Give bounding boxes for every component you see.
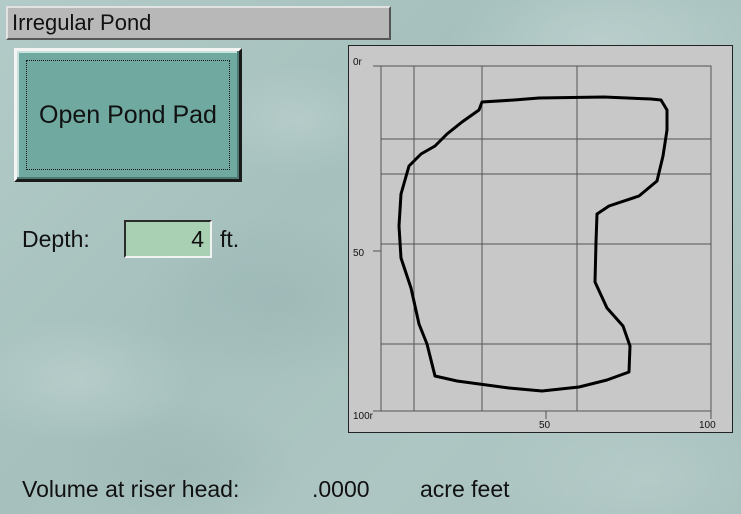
volume-value: .0000: [312, 476, 370, 502]
depth-unit: ft.: [220, 226, 240, 252]
x-tick-label-mid: 50: [539, 420, 551, 431]
y-tick-label-bottom: 100r: [353, 411, 374, 422]
focus-indicator: Open Pond Pad: [26, 60, 230, 170]
window-title-bar: Irregular Pond: [6, 6, 391, 40]
pond-plot-canvas: 0r 50 100r 50 100: [353, 57, 716, 431]
y-tick-label-top: 0r: [353, 57, 363, 68]
depth-label: Depth:: [22, 226, 90, 252]
volume-label: Volume at riser head:: [22, 476, 240, 502]
open-pond-pad-label: Open Pond Pad: [39, 100, 217, 129]
open-pond-pad-button[interactable]: Open Pond Pad: [14, 48, 242, 182]
pond-plot[interactable]: 0r 50 100r 50 100: [348, 45, 733, 433]
depth-input[interactable]: [124, 220, 212, 258]
y-tick-label-mid: 50: [353, 248, 365, 259]
window-title: Irregular Pond: [12, 10, 152, 35]
x-tick-label-right: 100: [699, 420, 716, 431]
volume-unit: acre feet: [420, 476, 510, 502]
